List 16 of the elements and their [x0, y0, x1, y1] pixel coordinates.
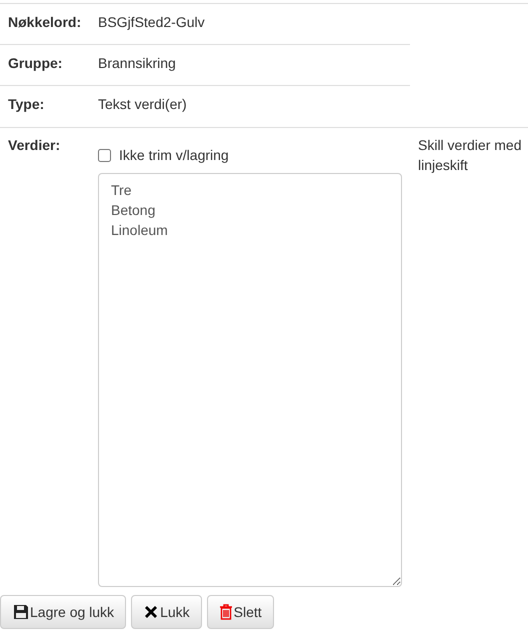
checkbox-label: Ikke trim v/lagring — [119, 146, 229, 165]
close-icon — [143, 604, 160, 620]
field-value: BSGjfSted2-Gulv — [98, 13, 205, 32]
field-label: Type: — [7, 95, 46, 114]
trash-icon — [218, 604, 233, 620]
close-button[interactable]: Lukk — [131, 595, 202, 629]
field-label: Nøkkelord: — [7, 13, 82, 32]
field-value: Brannsikring — [98, 54, 176, 73]
save-button[interactable]: Lagre og lukk — [0, 595, 126, 629]
field-value: Tekst verdi(er) — [98, 95, 187, 114]
values-field[interactable]: Tre Betong Linoleum — [98, 173, 402, 587]
field-label: Verdier: — [7, 136, 62, 155]
field-label: Gruppe: — [7, 54, 64, 73]
help-text: Skill verdier med linjeskift — [418, 136, 522, 175]
delete-button[interactable]: Slett — [206, 595, 274, 629]
checkbox[interactable] — [98, 148, 111, 162]
